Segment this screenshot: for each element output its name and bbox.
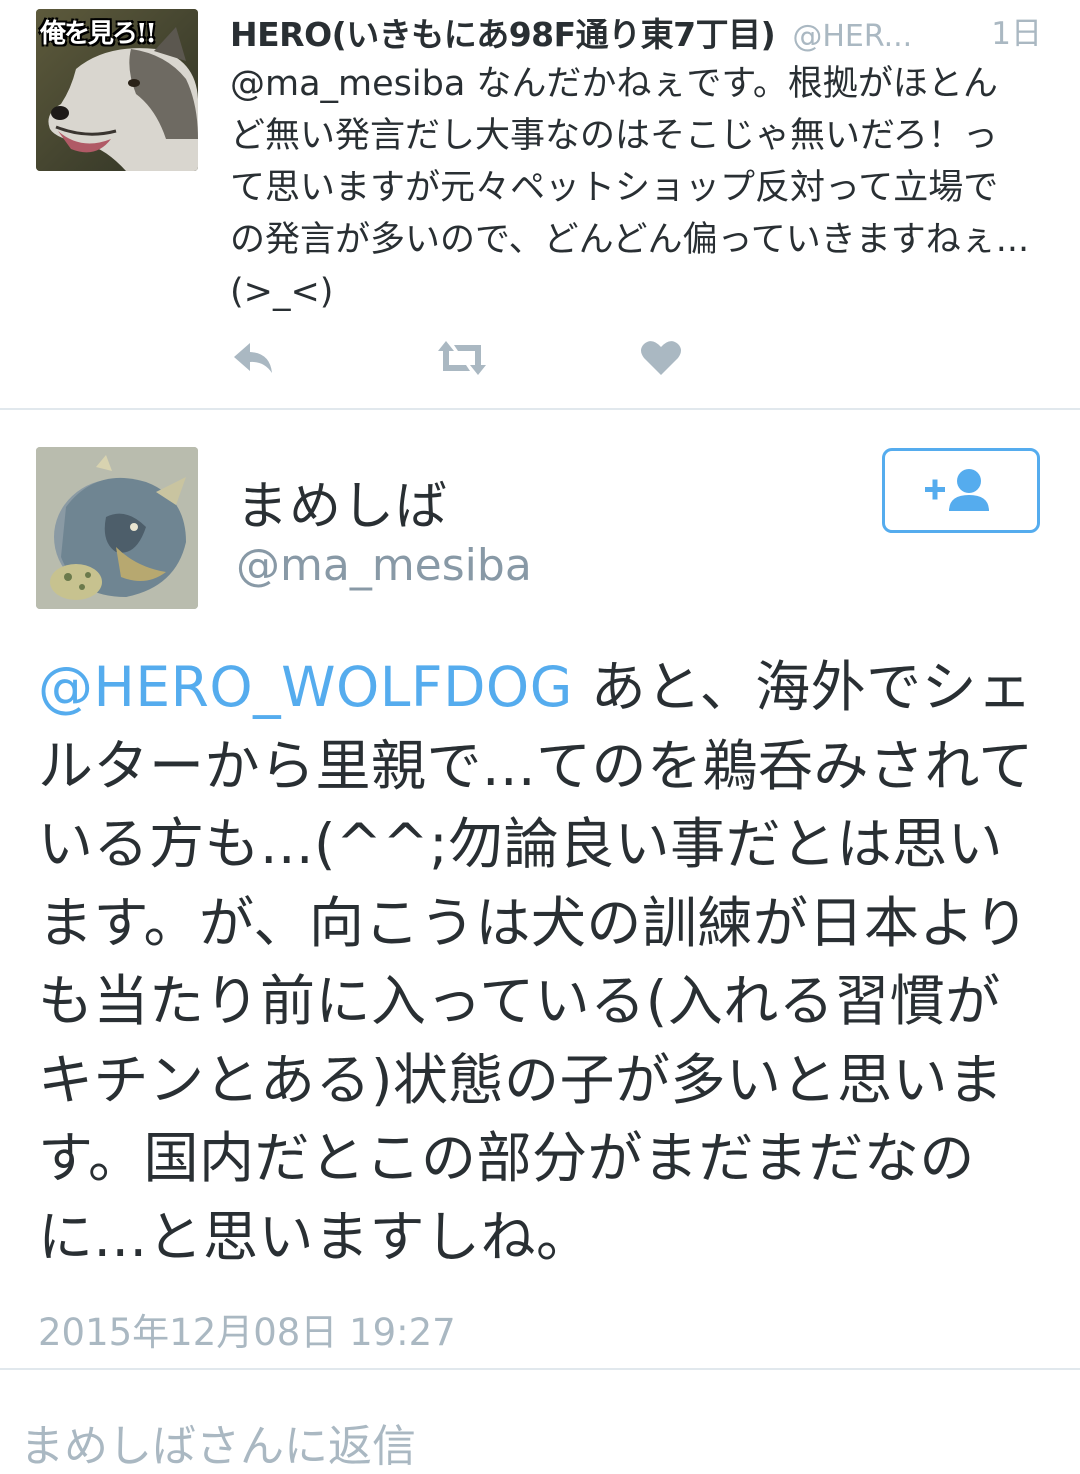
main-author-name[interactable]: まめしば	[236, 464, 448, 539]
reply-mention-link[interactable]: @ma_mesiba	[230, 64, 465, 104]
divider	[0, 1368, 1080, 1370]
reply-arrow-icon	[234, 343, 272, 373]
reply-tweet[interactable]: 俺を見ろ!! HERO(いきもにあ98F通り東7丁目) @HER... 1日 @…	[0, 0, 1080, 410]
reply-time: 1日	[991, 16, 1042, 52]
heart-icon	[641, 341, 681, 375]
retweet-icon	[438, 341, 486, 375]
reply-button[interactable]	[230, 335, 276, 381]
reply-author-handle: @HER...	[792, 19, 913, 54]
mamesiba-avatar[interactable]	[36, 447, 198, 609]
reply-tweet-text: @ma_mesiba なんだかねぇです。根拠がほとんど無い発言だし大事なのはそこ…	[230, 58, 1030, 318]
hero-avatar[interactable]: 俺を見ろ!!	[36, 9, 198, 171]
follow-button[interactable]	[882, 448, 1040, 533]
reply-compose-input[interactable]: まめしばさんに返信	[20, 1410, 416, 1474]
tweet-action-bar	[230, 335, 830, 383]
reply-header: HERO(いきもにあ98F通り東7丁目) @HER...	[230, 8, 1050, 54]
main-mention-link[interactable]: @HERO_WOLFDOG	[38, 655, 573, 719]
main-text: あと、海外でシェルターから里親で...てのを鵜呑みされている方も...(^^;勿…	[38, 655, 1034, 1269]
retweet-button[interactable]	[434, 335, 490, 381]
reply-author-name[interactable]: HERO(いきもにあ98F通り東7丁目)	[230, 15, 776, 54]
creature-avatar-image	[36, 447, 198, 609]
avatar-caption: 俺を見ろ!!	[40, 19, 157, 49]
main-tweet-text: @HERO_WOLFDOG あと、海外でシェルターから里親で...てのを鵜呑みさ…	[38, 648, 1048, 1276]
tweet-timestamp: 2015年12月08日 19:27	[38, 1311, 456, 1354]
add-user-icon	[925, 468, 989, 511]
like-button[interactable]	[638, 335, 684, 381]
main-author-handle[interactable]: @ma_mesiba	[236, 540, 532, 591]
